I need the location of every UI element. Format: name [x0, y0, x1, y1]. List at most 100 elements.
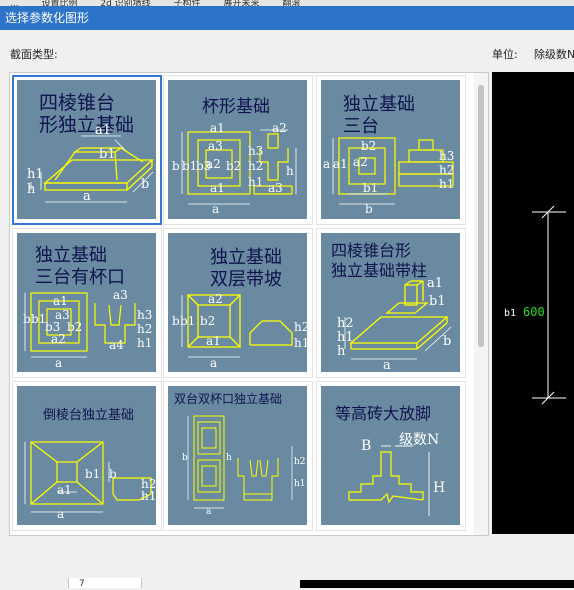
unit-label: 单位: [492, 48, 518, 61]
dimension-label: b1 [504, 308, 517, 319]
dim-label: h1 [337, 330, 354, 345]
dialog-title: 选择参数化图形 [5, 11, 90, 25]
shape-thumbnail: 等高砖大放脚 B 级数N H [321, 386, 460, 525]
shape-tile-three-tier[interactable]: 独立基础 三台 b2 a2 a a1 b1 b h3 h2 h1 [316, 75, 466, 225]
inverted-frustum-diagram: b1 b a1 a h2 h1 [24, 441, 156, 521]
dim-label: a3 [113, 288, 128, 302]
dim-label: a1 [210, 121, 225, 135]
shape-tile-inverted-frustum[interactable]: 倒棱台独立基础 b1 b a1 a h2 h1 [12, 381, 162, 531]
pyramid-frustum-column-diagram: a1 b1 h2 h1 h a b [337, 276, 451, 372]
double-layer-slope-diagram: a2 b b1 b2 a1 a h2 h1 [172, 292, 307, 370]
background-table-strip: 7 [0, 568, 574, 589]
shape-tile-pyramid-frustum[interactable]: 四棱锥台 形独立基础 a1 b1 h1 h a b [12, 75, 162, 225]
dim-label: h2 [294, 457, 306, 467]
dim-label: b1 [99, 147, 116, 162]
dim-label: B [361, 438, 371, 454]
dim-label: a1 [333, 157, 348, 171]
dim-label: h1 [27, 167, 44, 182]
shape-thumbnail: 四棱锥台 形独立基础 a1 b1 h1 h a b [17, 80, 156, 219]
dimension-line [532, 205, 566, 405]
shape-thumbnail: 双台双杯口独立基础 b a h h2 h1 [168, 386, 307, 525]
dim-label: h1 [248, 175, 263, 189]
shape-tile-cup-foundation[interactable]: 杯形基础 a1 a3 a2 b b1 b3 b2 a1 a a2 h3 h2 h… [163, 75, 313, 225]
dim-label: 级数N [399, 432, 439, 448]
scrollbar-thumb[interactable] [478, 85, 484, 347]
dim-label: H [433, 480, 445, 496]
dim-label: h1 [294, 479, 306, 489]
dim-label: b1 [85, 467, 100, 481]
shape-tile-double-cup[interactable]: 双台双杯口独立基础 b a h h2 h1 [163, 381, 313, 531]
shape-thumbnail: 独立基础 双层带坡 a2 b b1 b2 a1 a h h [168, 233, 307, 372]
dim-label: h1 [439, 177, 454, 191]
dim-label: a4 [109, 338, 124, 352]
dim-label: h1 [137, 336, 152, 350]
dim-label: h3 [137, 308, 152, 322]
shape-gallery[interactable]: 四棱锥台 形独立基础 a1 b1 h1 h a b 杯形基础 a1 a3 a2 … [9, 72, 489, 536]
dim-label: a [212, 202, 219, 216]
pyramid-frustum-diagram: a1 b1 h1 h a b [27, 123, 154, 204]
dim-label: a [383, 358, 391, 372]
dim-label: a [323, 157, 330, 171]
dim-label: b [23, 312, 31, 326]
dim-label: a1 [206, 334, 221, 348]
dim-label: a [83, 189, 91, 204]
dim-label: b2 [226, 159, 241, 173]
dim-label: b [172, 159, 180, 173]
dimension-value: 600 [523, 305, 545, 319]
shape-thumbnail: 杯形基础 a1 a3 a2 b b1 b3 b2 a1 a a2 h3 h2 h… [168, 80, 307, 219]
dim-label: h [337, 344, 346, 359]
dim-label: b2 [361, 139, 376, 153]
gallery-scrollbar[interactable] [474, 73, 488, 535]
dim-label: h [286, 164, 294, 178]
dim-label: h2 [137, 322, 152, 336]
dim-label: h2 [294, 320, 307, 334]
shape-tile-three-tier-cup[interactable]: 独立基础 三台有杯口 a1 a3 b b1 b3 b2 a2 a a3 a4 h… [12, 228, 162, 378]
dim-label: a2 [272, 121, 287, 135]
dim-label: b [109, 467, 117, 481]
dim-label: b2 [67, 320, 82, 334]
dim-label: b [182, 453, 188, 463]
cup-foundation-diagram: a1 a3 a2 b b1 b3 b2 a1 a a2 h3 h2 h1 h a… [172, 121, 297, 216]
shape-tile-double-layer-slope[interactable]: 独立基础 双层带坡 a2 b b1 b2 a1 a h h [163, 228, 313, 378]
dim-label: h2 [337, 316, 354, 331]
unit-value: 除级数N [534, 48, 574, 61]
dim-label: a [55, 356, 62, 370]
shape-thumbnail: 四棱锥台形 独立基础带柱 a1 b1 h2 h1 h a b [321, 233, 460, 372]
dim-label: a [206, 507, 212, 517]
row-number-cell: 7 [68, 578, 142, 589]
dim-label: a2 [208, 292, 223, 306]
dim-label: h [226, 453, 232, 463]
dim-label: b2 [200, 314, 215, 328]
cad-preview-panel: b1 600 [492, 72, 574, 534]
section-type-label: 截面类型: [10, 48, 58, 61]
dialog-title-bar[interactable]: 选择参数化图形 [0, 6, 574, 30]
dim-label: b1 [180, 314, 195, 328]
double-cup-diagram: b a h h2 h1 [182, 415, 306, 517]
three-tier-cup-diagram: a1 a3 b b1 b3 b2 a2 a a3 a4 h3 h2 h1 [23, 288, 152, 370]
dim-label: b [443, 334, 451, 349]
dim-label: a2 [51, 332, 66, 346]
shape-tile-pyramid-frustum-column[interactable]: 四棱锥台形 独立基础带柱 a1 b1 h2 h1 h a b [316, 228, 466, 378]
dim-label: h1 [294, 336, 307, 350]
three-tier-diagram: b2 a2 a a1 b1 b h3 h2 h1 [323, 137, 454, 216]
dim-label: a1 [427, 276, 443, 291]
dim-label: h2 [439, 163, 454, 177]
shape-thumbnail: 独立基础 三台有杯口 a1 a3 b b1 b3 b2 a2 a a3 a4 h… [17, 233, 156, 372]
dim-label: a1 [57, 483, 72, 497]
dim-label: h3 [248, 144, 263, 158]
dim-label: a3 [208, 139, 223, 153]
brick-footing-diagram: B 级数N H [348, 432, 445, 516]
dim-label: a2 [353, 155, 368, 169]
dim-label: h2 [248, 159, 263, 173]
shape-thumbnail: 独立基础 三台 b2 a2 a a1 b1 b h3 h2 h1 [321, 80, 460, 219]
dim-label: h [27, 182, 36, 197]
dim-label: b1 [429, 294, 446, 309]
shape-tile-brick-footing[interactable]: 等高砖大放脚 B 级数N H [316, 381, 466, 531]
dim-label: b1 [363, 181, 378, 195]
dim-label: a1 [210, 181, 225, 195]
dim-label: b [365, 202, 373, 216]
dim-label: b [172, 314, 180, 328]
dim-label: a3 [268, 181, 283, 195]
background-cad-strip [300, 580, 574, 588]
dim-label: a [210, 356, 217, 370]
